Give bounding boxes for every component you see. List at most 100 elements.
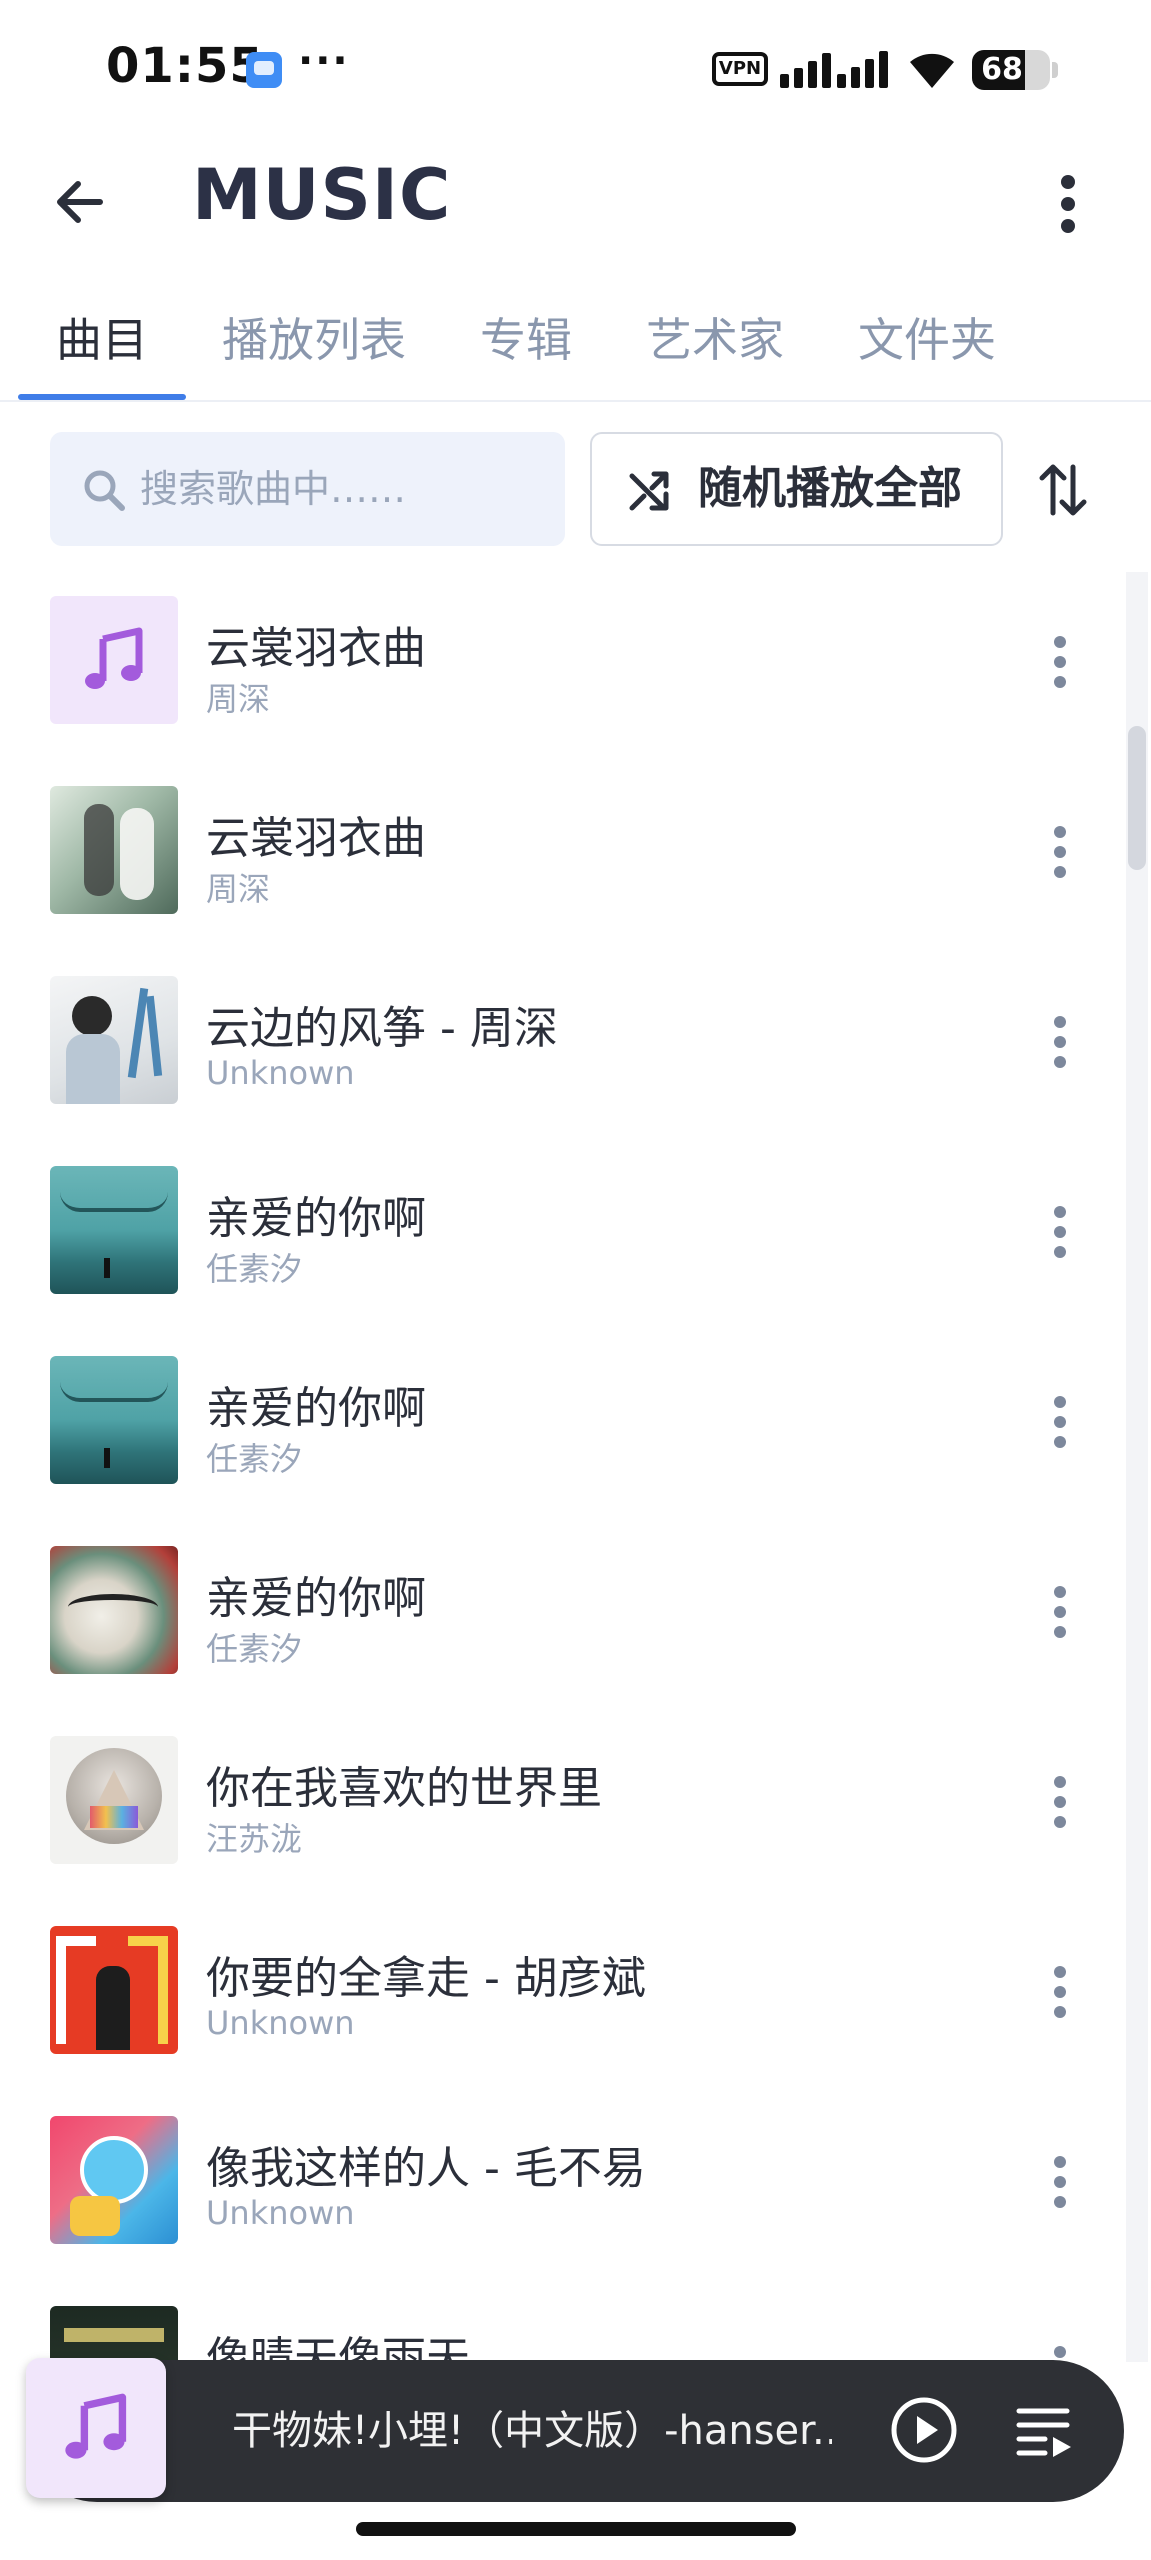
song-menu-button[interactable] bbox=[1030, 1374, 1090, 1470]
song-menu-button[interactable] bbox=[1030, 994, 1090, 1090]
song-row[interactable]: 像我这样的人 - 毛不易 Unknown bbox=[0, 2092, 1120, 2282]
song-menu-button[interactable] bbox=[1030, 2134, 1090, 2230]
page-title: MUSIC bbox=[192, 154, 452, 236]
art-figure bbox=[104, 1258, 110, 1278]
search-box[interactable] bbox=[50, 432, 565, 546]
song-title: 亲爱的你啊 bbox=[206, 1383, 426, 1434]
album-art bbox=[50, 2116, 178, 2244]
song-artist: Unknown bbox=[206, 2004, 355, 2042]
song-title: 亲爱的你啊 bbox=[206, 1193, 426, 1244]
album-art bbox=[50, 1736, 178, 1864]
art-stroke bbox=[90, 1806, 138, 1828]
art-stroke bbox=[60, 1192, 168, 1212]
song-menu-button[interactable] bbox=[1030, 2324, 1090, 2362]
tab-albums[interactable]: 专辑 bbox=[468, 308, 584, 384]
song-list[interactable]: 云裳羽衣曲 周深 云裳羽衣曲 周深 云边的风筝 - 周深 Unknown 亲爱的… bbox=[0, 572, 1151, 2362]
song-row[interactable]: 云裳羽衣曲 周深 bbox=[0, 572, 1120, 762]
art-figure bbox=[96, 1966, 130, 2050]
art-figure bbox=[120, 808, 154, 900]
album-art bbox=[50, 976, 178, 1104]
overflow-menu-button[interactable] bbox=[1028, 164, 1108, 244]
more-vertical-icon bbox=[1054, 1206, 1066, 1258]
art-stroke bbox=[68, 1594, 158, 1620]
album-art bbox=[50, 786, 178, 914]
search-icon bbox=[84, 470, 125, 511]
song-row[interactable]: 亲爱的你啊 任素汐 bbox=[0, 1142, 1120, 1332]
song-title: 像我这样的人 - 毛不易 bbox=[206, 2143, 646, 2194]
song-title: 像晴天像雨天 bbox=[206, 2333, 470, 2362]
album-art bbox=[50, 1356, 178, 1484]
status-time: 01:55 bbox=[106, 38, 264, 94]
song-menu-button[interactable] bbox=[1030, 1564, 1090, 1660]
song-title: 你要的全拿走 - 胡彦斌 bbox=[206, 1953, 646, 2004]
song-menu-button[interactable] bbox=[1030, 614, 1090, 710]
song-artist: Unknown bbox=[206, 2194, 355, 2232]
song-row[interactable]: 你要的全拿走 - 胡彦斌 Unknown bbox=[0, 1902, 1120, 2092]
album-art-placeholder bbox=[50, 596, 178, 724]
more-vertical-icon bbox=[1054, 2156, 1066, 2208]
tab-tracks[interactable]: 曲目 bbox=[26, 308, 178, 384]
notification-app-icon bbox=[246, 52, 282, 88]
music-note-icon bbox=[65, 2393, 127, 2459]
play-circle-icon bbox=[891, 2397, 957, 2463]
music-screen: 01:55 ··· VPN 68 MUSIC 曲目 播放列表 专辑 艺术家 文件… bbox=[0, 0, 1151, 2560]
more-vertical-icon bbox=[1061, 175, 1075, 233]
art-stroke bbox=[56, 1936, 96, 2044]
art-stroke bbox=[127, 987, 149, 1079]
battery-level: 68 bbox=[981, 52, 1023, 87]
song-artist: 任素汐 bbox=[206, 1440, 303, 1478]
play-button[interactable] bbox=[886, 2392, 962, 2468]
art-figure bbox=[80, 2136, 148, 2204]
song-artist: 周深 bbox=[206, 870, 271, 908]
song-artist: 周深 bbox=[206, 680, 271, 718]
more-vertical-icon bbox=[1054, 1396, 1066, 1448]
more-vertical-icon bbox=[1054, 1776, 1066, 1828]
shuffle-all-label: 随机播放全部 bbox=[698, 463, 962, 514]
song-row[interactable]: 云裳羽衣曲 周深 bbox=[0, 762, 1120, 952]
home-indicator[interactable] bbox=[356, 2522, 796, 2536]
song-menu-button[interactable] bbox=[1030, 804, 1090, 900]
more-vertical-icon bbox=[1054, 1586, 1066, 1638]
queue-button[interactable] bbox=[1012, 2398, 1078, 2464]
tab-playlists[interactable]: 播放列表 bbox=[214, 308, 414, 384]
vpn-icon: VPN bbox=[712, 52, 768, 86]
song-row[interactable]: 亲爱的你啊 任素汐 bbox=[0, 1332, 1120, 1522]
song-row[interactable]: 云边的风筝 - 周深 Unknown bbox=[0, 952, 1120, 1142]
art-stroke bbox=[64, 2328, 164, 2342]
signal-icon bbox=[780, 51, 888, 88]
song-title: 亲爱的你啊 bbox=[206, 1573, 426, 1624]
more-vertical-icon bbox=[1054, 1966, 1066, 2018]
shuffle-all-button[interactable]: 随机播放全部 bbox=[590, 432, 1003, 546]
tab-artists[interactable]: 艺术家 bbox=[640, 308, 790, 384]
more-notifications-icon: ··· bbox=[298, 38, 350, 84]
arrow-left-icon bbox=[57, 181, 103, 223]
song-row[interactable]: 像晴天像雨天 bbox=[0, 2282, 1120, 2362]
art-figure bbox=[72, 996, 112, 1036]
sort-arrows-icon bbox=[1039, 464, 1087, 516]
song-row[interactable]: 你在我喜欢的世界里 汪苏泷 bbox=[0, 1712, 1120, 1902]
art-figure bbox=[66, 1034, 120, 1104]
scrollbar-thumb[interactable] bbox=[1128, 726, 1146, 870]
sort-button[interactable] bbox=[1030, 450, 1096, 530]
song-menu-button[interactable] bbox=[1030, 1184, 1090, 1280]
song-title: 云边的风筝 - 周深 bbox=[206, 1003, 558, 1054]
shuffle-icon bbox=[629, 471, 669, 511]
song-title: 你在我喜欢的世界里 bbox=[206, 1763, 602, 1814]
tab-folders[interactable]: 文件夹 bbox=[852, 308, 1002, 384]
now-playing-art bbox=[26, 2358, 166, 2498]
song-artist: 任素汐 bbox=[206, 1250, 303, 1288]
battery-tip bbox=[1052, 62, 1058, 78]
battery-icon: 68 bbox=[972, 50, 1050, 90]
song-menu-button[interactable] bbox=[1030, 1944, 1090, 2040]
tab-bar: 曲目 播放列表 专辑 艺术家 文件夹 bbox=[0, 290, 1151, 402]
search-input[interactable] bbox=[140, 432, 550, 546]
back-button[interactable] bbox=[40, 162, 120, 242]
more-vertical-icon bbox=[1054, 1016, 1066, 1068]
song-row[interactable]: 亲爱的你啊 任素汐 bbox=[0, 1522, 1120, 1712]
song-artist: 任素汐 bbox=[206, 1630, 303, 1668]
mini-player[interactable]: 干物妹!小埋!（中文版）-hanser.‥ bbox=[26, 2358, 1124, 2502]
art-stroke bbox=[145, 995, 163, 1077]
album-art bbox=[50, 1926, 178, 2054]
app-bar: MUSIC bbox=[0, 130, 1151, 270]
song-menu-button[interactable] bbox=[1030, 1754, 1090, 1850]
